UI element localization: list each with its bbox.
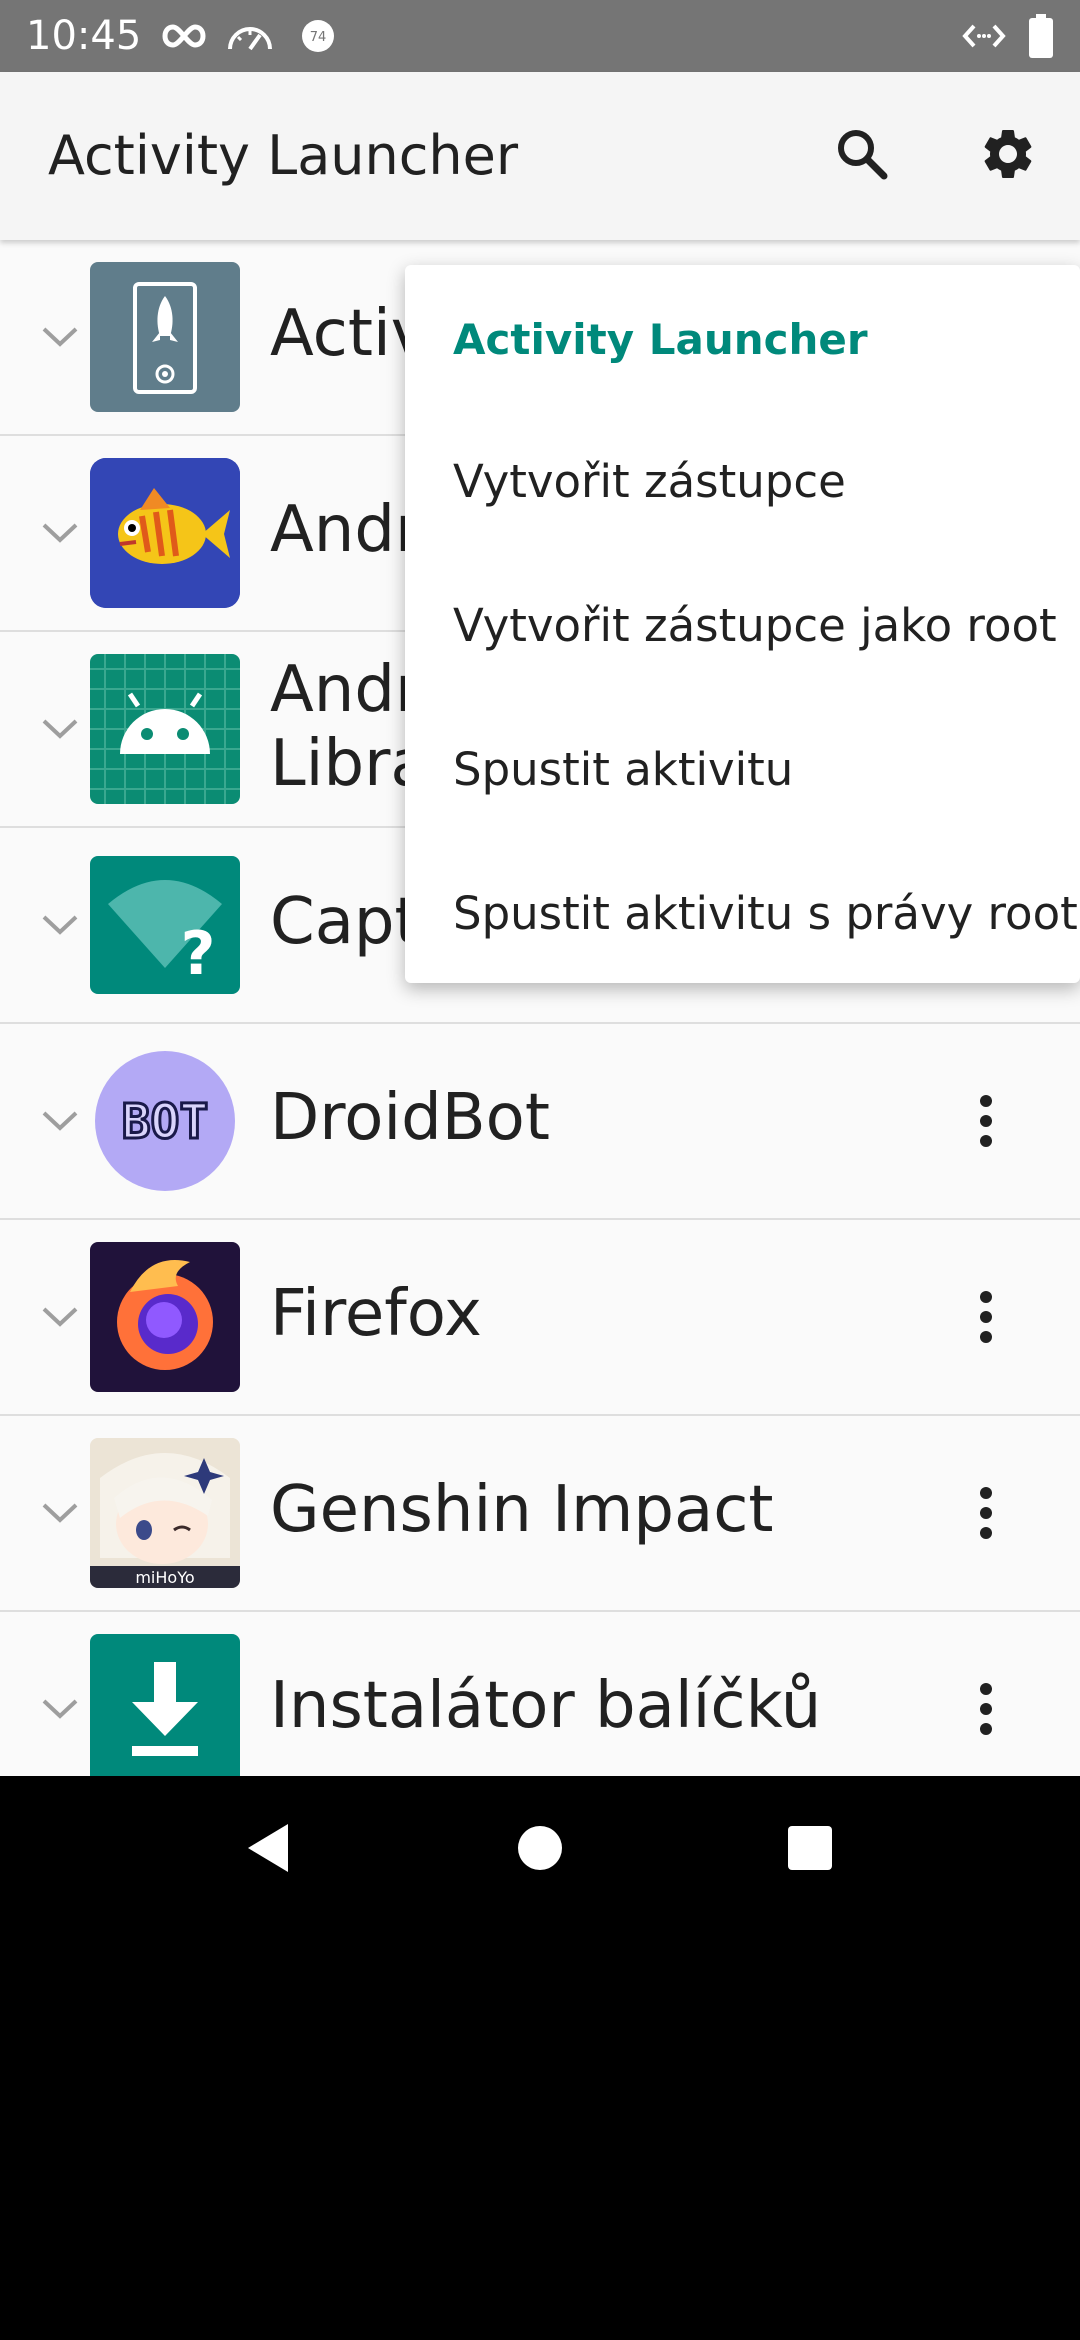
badge-74-icon: 74 <box>300 14 336 58</box>
search-button[interactable] <box>818 112 906 200</box>
home-icon[interactable] <box>508 1816 572 1880</box>
infinity-icon <box>162 14 206 58</box>
menu-item-create-shortcut[interactable]: Vytvořit zástupce <box>453 452 846 512</box>
list-item[interactable]: Firefox <box>0 1220 1080 1416</box>
chevron-down-icon[interactable] <box>30 1287 90 1347</box>
svg-text:BOT: BOT <box>122 1094 209 1150</box>
firefox-app-icon <box>90 1242 240 1392</box>
chevron-down-icon[interactable] <box>30 503 90 563</box>
app-bar: Activity Launcher <box>0 72 1080 240</box>
overflow-menu-icon[interactable] <box>950 1275 1022 1359</box>
svg-text:miHoYo: miHoYo <box>135 1568 194 1587</box>
overflow-menu-icon[interactable] <box>950 1079 1022 1163</box>
menu-item-create-shortcut-root[interactable]: Vytvořit zástupce jako root <box>453 596 1057 656</box>
status-time: 10:45 <box>26 13 142 59</box>
gear-icon <box>978 124 1038 188</box>
chevron-down-icon[interactable] <box>30 895 90 955</box>
app-name: Andr <box>270 653 422 727</box>
app-name: Andr <box>270 493 422 567</box>
menu-item-launch-activity-root[interactable]: Spustit aktivitu s právy root <box>453 884 1078 944</box>
chevron-down-icon[interactable] <box>30 1679 90 1739</box>
app-name: Instalátor balíčků <box>270 1669 822 1743</box>
genshin-impact-app-icon: miHoYo <box>90 1438 240 1588</box>
app-name: Capt <box>270 885 420 959</box>
chevron-down-icon[interactable] <box>30 1091 90 1151</box>
app-title: Activity Launcher <box>48 124 519 187</box>
list-item[interactable]: BOT DroidBot <box>0 1024 1080 1220</box>
overflow-menu-icon[interactable] <box>950 1471 1022 1555</box>
list-item[interactable]: miHoYo Genshin Impact <box>0 1416 1080 1612</box>
back-icon[interactable] <box>236 1816 300 1880</box>
navigation-bar <box>0 1776 1080 1920</box>
overflow-menu-icon[interactable] <box>950 1667 1022 1751</box>
svg-text:74: 74 <box>310 30 327 45</box>
recents-icon[interactable] <box>778 1816 842 1880</box>
captive-portal-app-icon: ? <box>90 856 240 994</box>
settings-button[interactable] <box>964 112 1052 200</box>
app-name: Genshin Impact <box>270 1473 774 1547</box>
context-menu: Activity Launcher Vytvořit zástupce Vytv… <box>405 265 1080 983</box>
status-bar: 10:45 74 <box>0 0 1080 72</box>
chevron-down-icon[interactable] <box>30 1483 90 1543</box>
droidbot-app-icon: BOT <box>90 1046 240 1196</box>
android-app-icon <box>90 654 240 804</box>
chevron-down-icon[interactable] <box>30 699 90 759</box>
svg-text:?: ? <box>181 919 216 989</box>
chevron-down-icon[interactable] <box>30 307 90 367</box>
battery-icon <box>1028 14 1054 58</box>
package-installer-app-icon <box>90 1634 240 1776</box>
search-icon <box>834 126 890 186</box>
app-name: Firefox <box>270 1277 482 1351</box>
menu-header: Activity Launcher <box>453 315 868 364</box>
fish-app-icon <box>90 458 240 608</box>
code-icon <box>962 14 1006 58</box>
menu-item-launch-activity[interactable]: Spustit aktivitu <box>453 740 793 800</box>
app-name: DroidBot <box>270 1081 550 1155</box>
list-item[interactable]: Instalátor balíčků <box>0 1612 1080 1776</box>
speedometer-icon <box>226 14 274 58</box>
activity-launcher-app-icon <box>90 262 240 412</box>
